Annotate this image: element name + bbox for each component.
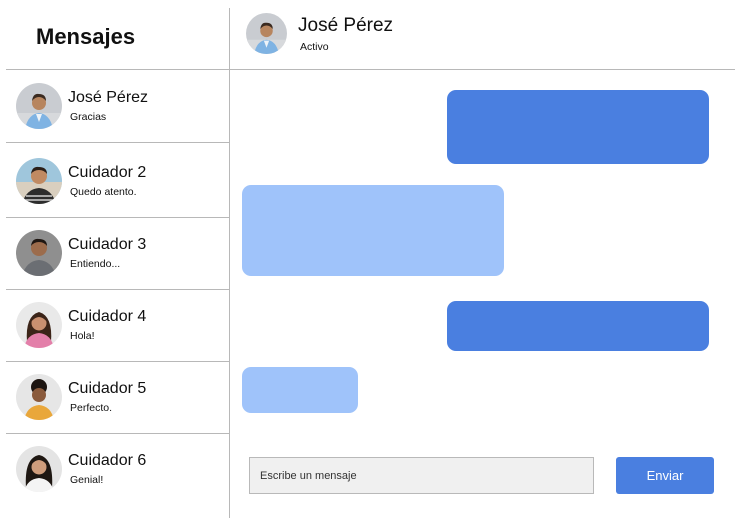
message-bubble-outgoing (447, 301, 709, 351)
chat-contact-status: Activo (300, 41, 329, 53)
contact-preview: Genial! (70, 474, 104, 486)
sidebar-title: Mensajes (36, 24, 136, 49)
messaging-app: Mensajes José Pérez Gracias Cuidador 2 Q… (0, 0, 740, 518)
chat-contact-name: José Pérez (298, 15, 394, 36)
contact-item-cuidador-5[interactable]: Cuidador 5 Perfecto. (6, 361, 229, 434)
avatar (16, 230, 62, 276)
message-bubble-outgoing (447, 90, 709, 164)
send-button[interactable]: Enviar (616, 457, 714, 494)
message-bubble-incoming (242, 367, 358, 413)
contact-name: Cuidador 6 (68, 452, 147, 469)
contact-item-cuidador-2[interactable]: Cuidador 2 Quedo atento. (6, 145, 229, 218)
contact-preview: Perfecto. (70, 402, 113, 414)
avatar (16, 446, 62, 492)
sidebar-divider (229, 8, 230, 518)
contact-name: Cuidador 3 (68, 236, 147, 253)
contact-preview: Entiendo... (70, 258, 121, 270)
avatar (16, 158, 62, 204)
contact-item-cuidador-3[interactable]: Cuidador 3 Entiendo... (6, 217, 229, 290)
message-input[interactable] (249, 457, 594, 494)
contact-name: José Pérez (68, 89, 149, 106)
contact-preview: Hola! (70, 330, 95, 342)
message-bubble-incoming (242, 185, 504, 276)
avatar (16, 374, 62, 420)
contact-preview: Gracias (70, 111, 107, 123)
contact-preview: Quedo atento. (70, 186, 137, 198)
contact-name: Cuidador 2 (68, 164, 147, 181)
contact-name: Cuidador 4 (68, 308, 147, 325)
contact-item-jose-perez[interactable]: José Pérez Gracias (6, 70, 229, 143)
avatar (16, 302, 62, 348)
contact-name: Cuidador 5 (68, 380, 147, 397)
contact-item-cuidador-4[interactable]: Cuidador 4 Hola! (6, 289, 229, 362)
avatar (16, 83, 62, 129)
chat-header-avatar (246, 13, 287, 54)
contact-item-cuidador-6[interactable]: Cuidador 6 Genial! (6, 433, 229, 505)
